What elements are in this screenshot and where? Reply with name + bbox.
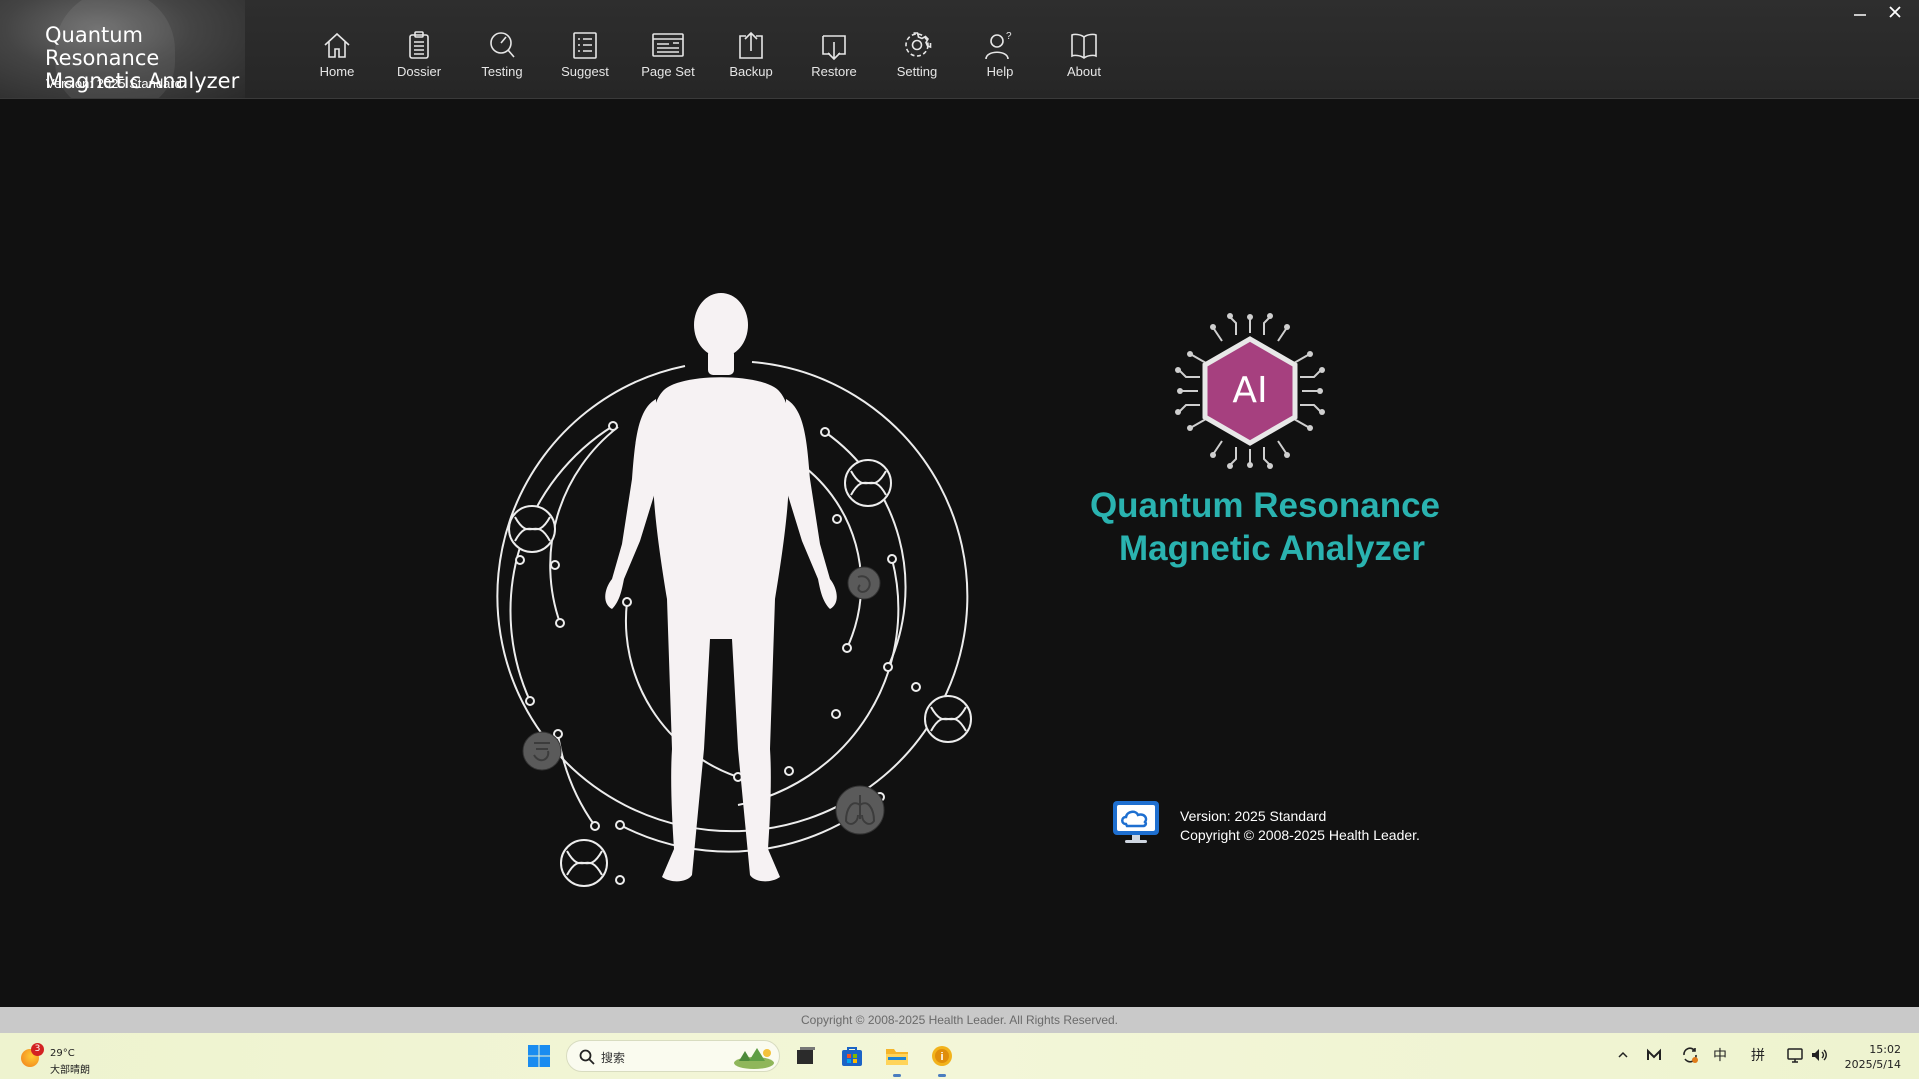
microsoft-store-icon[interactable]: [840, 1044, 864, 1068]
toolbar-label: Restore: [811, 64, 857, 79]
gauge-icon: [490, 32, 515, 58]
home-icon: [324, 32, 350, 58]
footer-copyright: Copyright © 2008-2025 Health Leader. All…: [0, 1007, 1919, 1033]
notification-badge: 3: [31, 1043, 44, 1056]
search-highlight-icon: [734, 1048, 774, 1069]
version-info: Version: 2025 Standard Copyright © 2008-…: [1180, 807, 1420, 845]
toolbar-label: Backup: [729, 64, 773, 79]
weather-temperature: 29°C: [50, 1048, 75, 1059]
close-button[interactable]: [1881, 2, 1909, 22]
ai-badge-text: AI: [1232, 370, 1268, 411]
toolbar-label: Help: [986, 64, 1014, 79]
search-placeholder: 搜索: [601, 1051, 626, 1065]
app-name-line2: Magnetic Analyzer: [1118, 529, 1425, 568]
clock-time: 15:02: [1869, 1043, 1901, 1056]
toolbar-restore-button[interactable]: Restore: [794, 24, 874, 90]
toolbar-label: Testing: [481, 64, 523, 79]
download-icon: [822, 35, 846, 60]
toolbar-page-set-button[interactable]: Page Set: [628, 24, 708, 90]
clock-date: 2025/5/14: [1844, 1058, 1901, 1071]
toolbar-help-button[interactable]: ? Help: [960, 24, 1040, 90]
minimize-icon: [1854, 14, 1866, 16]
task-view-icon[interactable]: [794, 1044, 818, 1068]
windows-taskbar: 3 29°C 大部晴朗 搜索 i 中 拼 15:02 2025/5/14: [0, 1033, 1919, 1079]
copyright-text: Copyright © 2008-2025 Health Leader.: [1180, 827, 1420, 843]
svg-text:?: ?: [1006, 31, 1012, 42]
book-icon: [1071, 33, 1097, 59]
minimize-button[interactable]: [1846, 2, 1874, 22]
splash-content: AI Quantum Resonance Magnetic Analyzer V…: [0, 99, 1919, 1007]
toolbar-setting-button[interactable]: Setting: [877, 24, 957, 90]
search-icon: [579, 1049, 595, 1065]
upload-icon: [739, 31, 763, 59]
toolbar-label: Dossier: [396, 64, 442, 79]
close-icon: [1889, 6, 1901, 18]
toolbar-label: About: [1067, 64, 1101, 79]
toolbar-suggest-button[interactable]: Suggest: [545, 24, 625, 90]
taskbar-search-box[interactable]: 搜索: [566, 1040, 780, 1072]
app-name-line1: Quantum Resonance: [1089, 486, 1441, 525]
network-icon[interactable]: [1786, 1046, 1804, 1064]
toolbar-label: Setting: [896, 64, 938, 79]
weather-widget[interactable]: 3 29°C 大部晴朗: [18, 1040, 128, 1076]
file-explorer-icon[interactable]: [885, 1044, 909, 1068]
ime-language-indicator[interactable]: 中: [1713, 1045, 1727, 1065]
gear-icon: [905, 32, 932, 57]
toolbar-home-button[interactable]: Home: [297, 24, 377, 90]
clipboard-icon: [409, 31, 429, 59]
cloud-monitor-icon: [1113, 801, 1159, 843]
brand-area: Quantum Resonance Magnetic Analyzer Vers…: [0, 0, 245, 98]
sync-icon[interactable]: [1681, 1046, 1699, 1064]
analyzer-app-icon[interactable]: i: [930, 1044, 954, 1068]
page-layout-icon: [652, 33, 684, 57]
title-toolbar: Quantum Resonance Magnetic Analyzer Vers…: [0, 0, 1919, 99]
toolbar-dossier-button[interactable]: Dossier: [379, 24, 459, 90]
toolbar-testing-button[interactable]: Testing: [462, 24, 542, 90]
app-version: Version: 2025 Standard: [46, 76, 182, 91]
app-name-heading: Quantum Resonance Magnetic Analyzer: [1085, 484, 1445, 570]
app-title-line1: Quantum Resonance: [45, 23, 160, 70]
analyzer-app-active-indicator: [938, 1074, 946, 1077]
toolbar-backup-button[interactable]: Backup: [711, 24, 791, 90]
toolbar-label: Page Set: [641, 64, 695, 79]
taskbar-clock[interactable]: 15:02 2025/5/14: [1845, 1042, 1901, 1072]
file-explorer-active-indicator: [893, 1074, 901, 1077]
network-device-icon[interactable]: [1646, 1048, 1662, 1062]
volume-icon[interactable]: [1810, 1046, 1828, 1064]
toolbar-about-button[interactable]: About: [1044, 24, 1124, 90]
windows-start-icon[interactable]: [527, 1044, 551, 1068]
chevron-up-icon[interactable]: [1617, 1049, 1629, 1061]
help-person-icon: ?: [985, 31, 1012, 60]
svg-text:i: i: [940, 1051, 943, 1063]
ime-mode-indicator[interactable]: 拼: [1751, 1045, 1765, 1065]
list-icon: [573, 32, 597, 59]
version-text: Version: 2025 Standard: [1180, 808, 1327, 824]
toolbar-label: Home: [319, 64, 355, 79]
body-scan-illustration: [496, 293, 972, 887]
weather-description: 大部晴朗: [50, 1065, 90, 1076]
toolbar-label: Suggest: [561, 64, 609, 79]
human-silhouette: [605, 293, 837, 882]
